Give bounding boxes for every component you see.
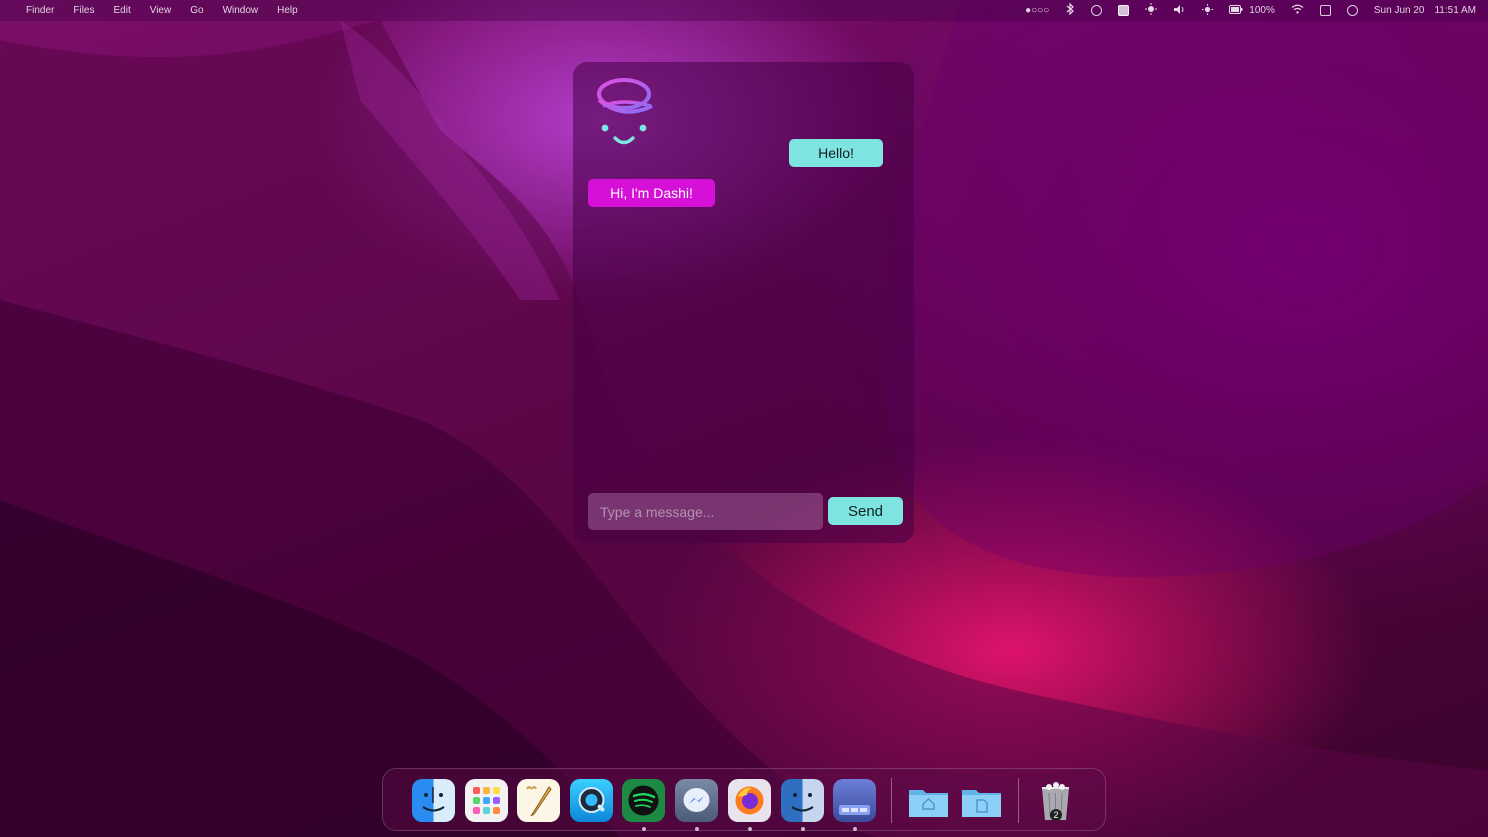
dock-separator — [1018, 778, 1019, 823]
dock: 2 — [382, 768, 1106, 831]
menu-finder[interactable]: Finder — [26, 5, 54, 16]
screen-icon[interactable] — [1118, 5, 1130, 16]
brightness-icon[interactable] — [1145, 3, 1158, 18]
quicktime-icon[interactable] — [570, 779, 613, 822]
battery-icon[interactable] — [1229, 4, 1243, 17]
window-app-icon[interactable] — [833, 779, 876, 831]
volume-icon[interactable] — [1173, 4, 1186, 18]
wifi-icon[interactable] — [1291, 4, 1304, 17]
finder-icon[interactable] — [412, 779, 455, 822]
spotify-icon[interactable] — [622, 779, 665, 831]
menu-bar: Finder Files Edit View Go Window Help ●○… — [0, 0, 1488, 21]
running-indicator — [694, 827, 699, 831]
workspace-dots[interactable]: ●○○○ — [1025, 5, 1049, 16]
bot-message-bubble: Hi, I'm Dashi! — [588, 179, 715, 207]
menu-time[interactable]: 11:51 AM — [1434, 5, 1476, 16]
dashi-face-icon — [593, 76, 657, 152]
textedit-icon[interactable] — [517, 779, 560, 822]
documents-folder-icon[interactable] — [960, 779, 1003, 822]
launchpad-icon[interactable] — [465, 779, 508, 822]
chat-panel: Hello! Hi, I'm Dashi! Send — [573, 62, 914, 543]
sun-icon[interactable] — [1202, 3, 1214, 18]
running-indicator — [852, 827, 857, 831]
menu-edit[interactable]: Edit — [113, 5, 130, 16]
home-folder-icon[interactable] — [907, 779, 950, 822]
dock-separator — [891, 778, 892, 823]
menu-help[interactable]: Help — [277, 5, 298, 16]
menu-go[interactable]: Go — [190, 5, 203, 16]
menu-date[interactable]: Sun Jun 20 — [1374, 5, 1425, 16]
messenger-icon[interactable] — [675, 779, 718, 831]
battery-percent: 100% — [1249, 5, 1275, 16]
check-circle-icon[interactable] — [1091, 5, 1103, 16]
menu-files[interactable]: Files — [73, 5, 94, 16]
running-indicator — [641, 827, 646, 831]
bluetooth-icon[interactable] — [1065, 2, 1075, 18]
send-button[interactable]: Send — [828, 497, 903, 525]
clipboard-icon[interactable] — [1319, 5, 1331, 16]
menu-window[interactable]: Window — [223, 5, 259, 16]
menu-view[interactable]: View — [150, 5, 172, 16]
menu-bar-right: ●○○○ 100% Sun Jun 20 11:51 AM — [1009, 2, 1476, 18]
user-icon[interactable] — [1346, 5, 1358, 16]
firefox-icon[interactable] — [728, 779, 771, 831]
menu-bar-left: Finder Files Edit View Go Window Help — [10, 5, 317, 16]
trash-icon[interactable]: 2 — [1034, 779, 1077, 822]
message-input[interactable] — [588, 493, 823, 530]
trash-badge: 2 — [1050, 809, 1062, 821]
finder-alt-icon[interactable] — [781, 779, 824, 831]
user-message-bubble: Hello! — [789, 139, 883, 167]
running-indicator — [747, 827, 752, 831]
running-indicator — [800, 827, 805, 831]
